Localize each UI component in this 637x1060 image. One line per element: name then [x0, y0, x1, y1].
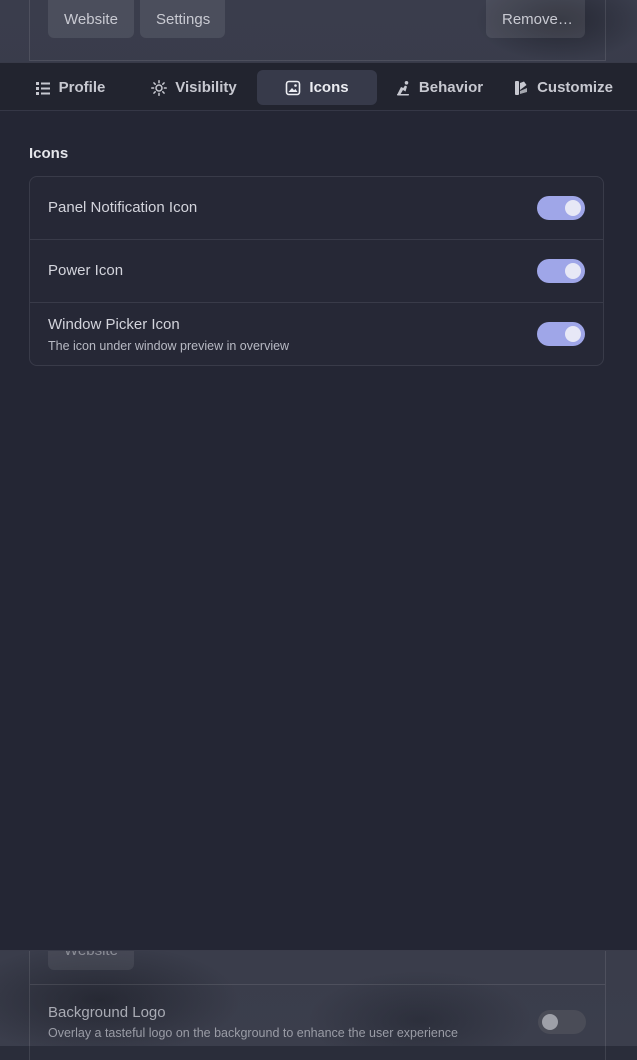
behavior-icon	[395, 80, 411, 96]
background-logo-title: Background Logo	[48, 1004, 166, 1021]
image-icon	[285, 80, 301, 96]
toggle-knob	[565, 200, 581, 216]
toggle-knob	[565, 326, 581, 342]
remove-button[interactable]: Remove…	[486, 0, 585, 38]
tab-profile[interactable]: Profile	[22, 70, 118, 105]
list-item[interactable]: Panel Notification Icon	[30, 177, 603, 239]
list-item[interactable]: Window Picker Icon The icon under window…	[30, 302, 603, 365]
tab-icons[interactable]: Icons	[257, 70, 377, 105]
tab-visibility[interactable]: Visibility	[140, 70, 248, 105]
row-title: Window Picker Icon	[48, 316, 180, 333]
customize-icon	[513, 80, 529, 96]
icons-settings-list: Panel Notification Icon Power Icon Windo…	[29, 176, 604, 366]
toggle-knob	[565, 263, 581, 279]
background-extension-card: Website Settings Remove…	[29, 0, 606, 61]
preferences-window: Profile Visibility Icons Behavior Custom…	[0, 62, 637, 951]
background-logo-subtitle: Overlay a tasteful logo on the backgroun…	[48, 1026, 458, 1040]
tab-label: Customize	[537, 79, 613, 96]
toggle-knob	[542, 1014, 558, 1030]
list-icon	[35, 80, 51, 96]
tab-customize[interactable]: Customize	[506, 70, 620, 105]
divider	[30, 984, 605, 985]
background-logo-toggle[interactable]	[538, 1010, 586, 1034]
tab-behavior[interactable]: Behavior	[386, 70, 492, 105]
tab-label: Behavior	[418, 79, 484, 96]
website-button[interactable]: Website	[48, 0, 134, 38]
settings-button[interactable]: Settings	[140, 0, 225, 38]
row-title: Panel Notification Icon	[48, 199, 198, 216]
list-item[interactable]: Power Icon	[30, 239, 603, 302]
row-subtitle: The icon under window preview in overvie…	[48, 339, 290, 353]
tab-label: Visibility	[175, 79, 237, 96]
tab-bar: Profile Visibility Icons Behavior Custom…	[0, 63, 637, 111]
panel-notification-icon-toggle[interactable]	[537, 196, 585, 220]
section-title: Icons	[29, 145, 69, 162]
power-icon-toggle[interactable]	[537, 259, 585, 283]
tab-label: Profile	[58, 79, 106, 96]
window-picker-icon-toggle[interactable]	[537, 322, 585, 346]
sun-icon	[151, 79, 168, 96]
tab-label: Icons	[309, 79, 349, 96]
row-title: Power Icon	[48, 262, 124, 279]
